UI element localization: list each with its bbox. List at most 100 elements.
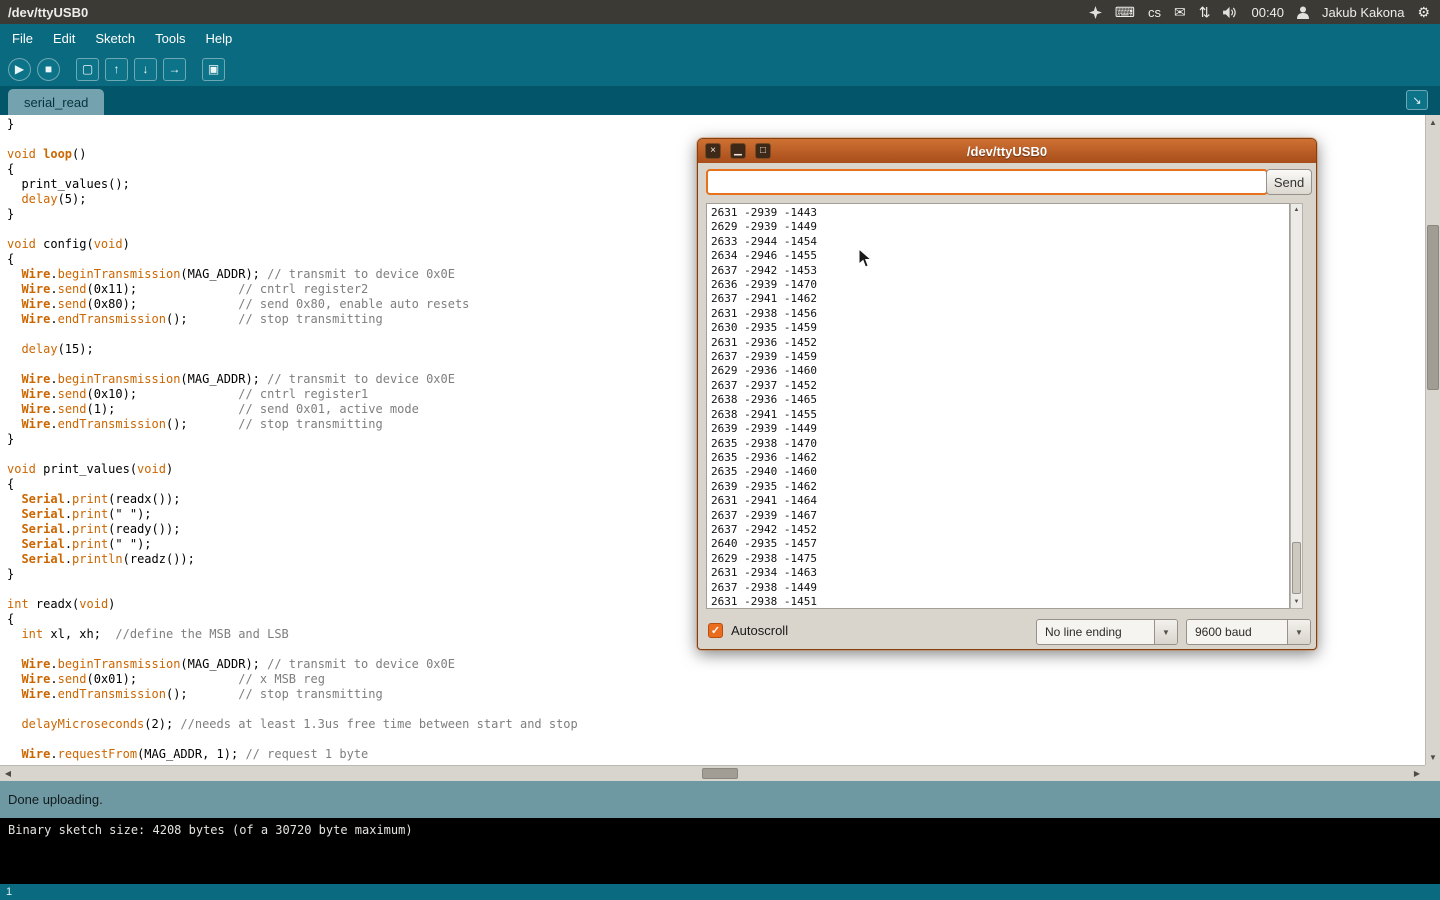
serial-line: 2635 -2940 -1460	[711, 465, 1285, 479]
upload-button[interactable]: →	[163, 58, 186, 81]
tab-bar: serial_read ↘	[0, 86, 1440, 115]
scroll-left-arrow-icon[interactable]: ◀	[0, 766, 16, 781]
serial-scroll-up-icon[interactable]: ▲	[1291, 204, 1302, 216]
code-line: Serial.print(" ");	[7, 537, 578, 552]
clock[interactable]: 00:40	[1251, 5, 1284, 20]
menu-tools[interactable]: Tools	[145, 24, 195, 52]
footer-bar: 1	[0, 884, 1440, 900]
open-sketch-button[interactable]: ↑	[105, 58, 128, 81]
serial-line: 2629 -2936 -1460	[711, 364, 1285, 378]
serial-line: 2631 -2934 -1463	[711, 566, 1285, 580]
code-line: Serial.println(readz());	[7, 552, 578, 567]
baud-rate-value: 9600 baud	[1187, 620, 1287, 644]
code-line: Serial.print(" ");	[7, 507, 578, 522]
save-sketch-button[interactable]: ↓	[134, 58, 157, 81]
serial-line: 2631 -2938 -1451	[711, 595, 1285, 609]
line-ending-dropdown[interactable]: No line ending ▼	[1036, 619, 1178, 645]
code-line: Wire.send(0x11); // cntrl register2	[7, 282, 578, 297]
tab-overflow-icon: ↘	[1412, 94, 1421, 107]
code-line	[7, 582, 578, 597]
serial-line: 2637 -2939 -1459	[711, 350, 1285, 364]
serial-scroll-down-icon[interactable]: ▼	[1291, 596, 1302, 608]
top-panel: /dev/ttyUSB0 ⌨ cs ✉ ⇅ 00:40 Jakub Kakona…	[0, 0, 1440, 24]
code-line: delayMicroseconds(2); //needs at least 1…	[7, 717, 578, 732]
serial-window-title: /dev/ttyUSB0	[967, 144, 1047, 159]
editor-hscroll-thumb[interactable]	[702, 768, 738, 779]
send-button-label: Send	[1274, 175, 1304, 190]
code-line: Wire.endTransmission(); // stop transmit…	[7, 312, 578, 327]
serial-line: 2630 -2935 -1459	[711, 321, 1285, 335]
code-line: Wire.beginTransmission(MAG_ADDR); // tra…	[7, 267, 578, 282]
serial-line: 2629 -2939 -1449	[711, 220, 1285, 234]
user-name-label[interactable]: Jakub Kakona	[1322, 5, 1404, 20]
close-button[interactable]: ×	[705, 143, 721, 159]
serial-line: 2631 -2939 -1443	[711, 206, 1285, 220]
serial-line: 2637 -2938 -1449	[711, 581, 1285, 595]
serial-window-titlebar[interactable]: × ▁ □ /dev/ttyUSB0	[698, 139, 1316, 163]
code-line: Wire.endTransmission(); // stop transmit…	[7, 417, 578, 432]
maximize-button[interactable]: □	[755, 143, 771, 159]
serial-scroll-thumb[interactable]	[1292, 542, 1301, 594]
menu-help[interactable]: Help	[195, 24, 242, 52]
autoscroll-label: Autoscroll	[731, 623, 788, 638]
code-line: }	[7, 117, 578, 132]
session-gear-icon[interactable]: ⚙	[1417, 5, 1430, 19]
code-line	[7, 447, 578, 462]
serial-line: 2633 -2944 -1454	[711, 235, 1285, 249]
code-line: Serial.print(ready());	[7, 522, 578, 537]
code-line: {	[7, 477, 578, 492]
send-button[interactable]: Send	[1266, 169, 1312, 195]
serial-output-scrollbar[interactable]: ▲ ▼	[1290, 203, 1303, 609]
build-console: Binary sketch size: 4208 bytes (of a 307…	[0, 818, 1440, 884]
chevron-down-icon[interactable]: ▼	[1154, 620, 1177, 644]
serial-output[interactable]: 2631 -2939 -14432629 -2939 -14492633 -29…	[706, 203, 1290, 609]
menu-sketch[interactable]: Sketch	[85, 24, 145, 52]
verify-button[interactable]: ▶	[8, 58, 31, 81]
code-line: Wire.send(0x01); // x MSB reg	[7, 672, 578, 687]
menu-file[interactable]: File	[2, 24, 43, 52]
code-line: Wire.send(1); // send 0x01, active mode	[7, 402, 578, 417]
code-area[interactable]: } void loop(){ print_values(); delay(5);…	[7, 117, 578, 762]
user-icon	[1297, 6, 1309, 19]
serial-send-input[interactable]	[706, 169, 1268, 195]
serial-line: 2637 -2942 -1452	[711, 523, 1285, 537]
indicator-applet-icon[interactable]	[1089, 6, 1102, 19]
scroll-up-arrow-icon[interactable]: ▲	[1426, 115, 1440, 130]
editor-vscroll-thumb[interactable]	[1427, 225, 1439, 390]
editor-vertical-scrollbar[interactable]: ▲ ▼	[1425, 115, 1440, 765]
tab-label: serial_read	[24, 95, 88, 110]
code-line	[7, 702, 578, 717]
play-icon: ▶	[15, 62, 24, 76]
mail-icon[interactable]: ✉	[1174, 5, 1186, 19]
scroll-down-arrow-icon[interactable]: ▼	[1426, 750, 1440, 765]
code-line	[7, 222, 578, 237]
serial-monitor-button[interactable]: ▣	[202, 58, 225, 81]
editor-horizontal-scrollbar[interactable]: ◀ ▶	[0, 765, 1425, 781]
serial-line: 2634 -2946 -1455	[711, 249, 1285, 263]
menu-edit[interactable]: Edit	[43, 24, 85, 52]
minimize-button[interactable]: ▁	[730, 143, 746, 159]
close-icon: ×	[710, 145, 716, 156]
code-line: void config(void)	[7, 237, 578, 252]
baud-rate-dropdown[interactable]: 9600 baud ▼	[1186, 619, 1311, 645]
console-line: Binary sketch size: 4208 bytes (of a 307…	[0, 818, 1440, 837]
scroll-right-arrow-icon[interactable]: ▶	[1409, 766, 1425, 781]
tab-serial-read[interactable]: serial_read	[8, 89, 104, 115]
code-line: delay(5);	[7, 192, 578, 207]
keyboard-layout-label[interactable]: cs	[1148, 5, 1161, 20]
serial-monitor-controls: ✓ Autoscroll No line ending ▼ 9600 baud …	[698, 615, 1316, 649]
stop-button[interactable]: ■	[37, 58, 60, 81]
tab-overflow-button[interactable]: ↘	[1406, 90, 1428, 110]
code-line: Wire.beginTransmission(MAG_ADDR); // tra…	[7, 372, 578, 387]
code-line: Wire.send(0x80); // send 0x80, enable au…	[7, 297, 578, 312]
keyboard-indicator-icon[interactable]: ⌨	[1115, 5, 1135, 19]
serial-line: 2639 -2935 -1462	[711, 480, 1285, 494]
volume-icon[interactable]	[1223, 6, 1238, 19]
chevron-down-icon[interactable]: ▼	[1287, 620, 1310, 644]
autoscroll-checkbox[interactable]: ✓	[708, 623, 723, 638]
minimize-icon: ▁	[734, 145, 742, 156]
new-sketch-button[interactable]: ▢	[76, 58, 99, 81]
serial-line: 2637 -2939 -1467	[711, 509, 1285, 523]
serial-line: 2631 -2938 -1456	[711, 307, 1285, 321]
network-icon[interactable]: ⇅	[1199, 5, 1211, 19]
